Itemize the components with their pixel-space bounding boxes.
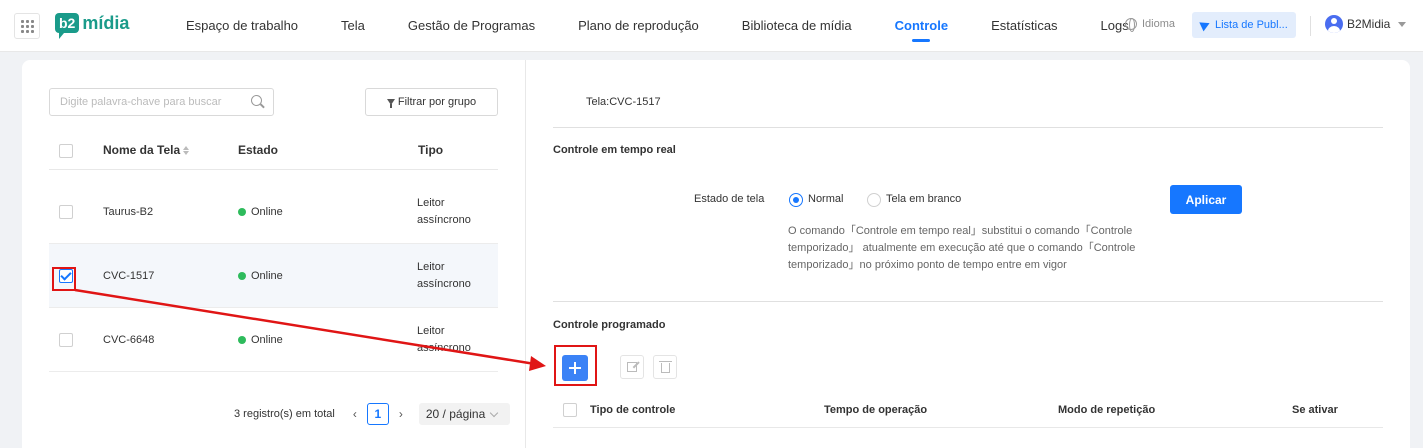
column-header-name[interactable]: Nome da Tela (103, 143, 190, 157)
send-icon (1199, 18, 1212, 32)
screen-table-header: Nome da Tela Estado Tipo (49, 130, 498, 170)
edit-icon (627, 362, 637, 372)
screen-state-label: Estado de tela (694, 193, 765, 205)
nav-divider (1310, 16, 1311, 36)
screen-list-panel: Filtrar por grupo Nome da Tela Estado Ti… (22, 60, 526, 448)
divider (553, 127, 1383, 128)
column-header-control-type: Tipo de controle (590, 404, 676, 416)
online-status-dot-icon (238, 336, 246, 344)
radio-blank-screen[interactable] (867, 193, 881, 207)
status-text: Online (251, 206, 283, 218)
online-status-dot-icon (238, 272, 246, 280)
radio-normal-label[interactable]: Normal (808, 193, 843, 205)
nav-item-workspace[interactable]: Espaço de trabalho (186, 0, 298, 52)
next-page-icon[interactable]: › (393, 407, 409, 421)
column-header-active: Se ativar (1292, 404, 1338, 416)
logo-badge: b2 (55, 13, 80, 39)
top-navigation-bar: b2 mídia Espaço de trabalho Tela Gestão … (0, 0, 1423, 52)
nav-item-playback-plan[interactable]: Plano de reprodução (578, 0, 699, 52)
sort-icon[interactable] (183, 146, 190, 156)
user-name: B2Midia (1347, 17, 1391, 31)
type-cell: Leitor assíncrono (417, 197, 471, 226)
search-input[interactable] (49, 88, 274, 116)
table-row[interactable]: CVC-1517 Online Leitor assíncrono (49, 244, 498, 308)
realtime-control-note: O comando「Controle em tempo real」substit… (788, 225, 1136, 271)
trash-icon (659, 361, 672, 373)
radio-normal[interactable] (789, 193, 803, 207)
selected-screen-title: Tela:CVC-1517 (586, 96, 661, 108)
type-cell: Leitor assíncrono (417, 325, 471, 354)
column-header-operation-time: Tempo de operação (824, 404, 928, 416)
table-row[interactable]: CVC-6648 Online Leitor assíncrono (49, 308, 498, 372)
online-status-dot-icon (238, 208, 246, 216)
page-size-value: 20 / página (425, 407, 486, 421)
column-header-type: Tipo (418, 143, 444, 157)
status-cell: Online (238, 270, 283, 282)
status-cell: Online (238, 206, 283, 218)
filter-icon (386, 99, 395, 108)
schedule-table-header: Tipo de controle Tempo de operação Modo … (553, 392, 1383, 428)
row-checkbox[interactable] (59, 333, 73, 347)
scheduled-control-title: Controle programado (553, 319, 666, 331)
annotation-highlight-box (52, 267, 76, 291)
filter-button-label: Filtrar por grupo (397, 96, 477, 108)
publish-list-label: Lista de Publ... (1215, 19, 1288, 31)
logo[interactable]: b2 mídia (55, 13, 130, 39)
select-all-checkbox[interactable] (59, 144, 73, 158)
apply-button[interactable]: Aplicar (1170, 185, 1242, 214)
status-cell: Online (238, 334, 283, 346)
pagination-total: 3 registro(s) em total (234, 408, 335, 420)
globe-icon (1125, 18, 1137, 32)
select-all-schedule-checkbox[interactable] (563, 403, 577, 417)
pagination: 3 registro(s) em total ‹ 1 › 20 / página (234, 403, 510, 425)
realtime-control-title: Controle em tempo real (553, 144, 676, 156)
filter-by-group-button[interactable]: Filtrar por grupo (365, 88, 498, 116)
divider (553, 301, 1383, 302)
user-avatar-icon (1325, 15, 1343, 33)
page-number-current[interactable]: 1 (366, 403, 389, 425)
radio-blank-screen-label[interactable]: Tela em branco (886, 193, 961, 205)
screen-name: CVC-1517 (103, 270, 155, 282)
language-selector[interactable]: Idioma (1125, 18, 1176, 32)
prev-page-icon[interactable]: ‹ (347, 407, 363, 421)
main-nav: Espaço de trabalho Tela Gestão de Progra… (186, 0, 1172, 52)
search-icon[interactable] (251, 95, 262, 106)
row-checkbox[interactable] (59, 205, 73, 219)
delete-button[interactable] (653, 355, 677, 379)
column-header-status: Estado (238, 143, 279, 157)
user-menu[interactable]: B2Midia (1325, 15, 1407, 33)
main-card: Filtrar por grupo Nome da Tela Estado Ti… (22, 60, 1410, 448)
column-header-name-label: Nome da Tela (103, 143, 181, 157)
logo-text: mídia (82, 13, 130, 33)
chevron-down-icon (490, 408, 499, 417)
status-text: Online (251, 334, 283, 346)
column-header-repeat-mode: Modo de repetição (1058, 404, 1156, 416)
publish-list-button[interactable]: Lista de Publ... (1192, 12, 1296, 38)
status-text: Online (251, 270, 283, 282)
nav-item-statistics[interactable]: Estatísticas (991, 0, 1057, 52)
type-cell: Leitor assíncrono (417, 261, 471, 290)
page-size-select[interactable]: 20 / página (418, 403, 510, 425)
screen-name: CVC-6648 (103, 334, 155, 346)
annotation-highlight-box (554, 345, 597, 386)
caret-down-icon (1398, 21, 1407, 27)
nav-item-screen[interactable]: Tela (341, 0, 365, 52)
control-panel: Tela:CVC-1517 Controle em tempo real Est… (527, 60, 1410, 448)
edit-button[interactable] (620, 355, 644, 379)
nav-item-control[interactable]: Controle (895, 0, 948, 52)
app-launcher-button[interactable] (14, 13, 40, 39)
nav-item-programs[interactable]: Gestão de Programas (408, 0, 535, 52)
language-label: Idioma (1142, 18, 1176, 30)
nav-item-media-library[interactable]: Biblioteca de mídia (742, 0, 852, 52)
grid-icon (20, 19, 34, 33)
screen-name: Taurus-B2 (103, 206, 154, 218)
table-row[interactable]: Taurus-B2 Online Leitor assíncrono (49, 180, 498, 244)
